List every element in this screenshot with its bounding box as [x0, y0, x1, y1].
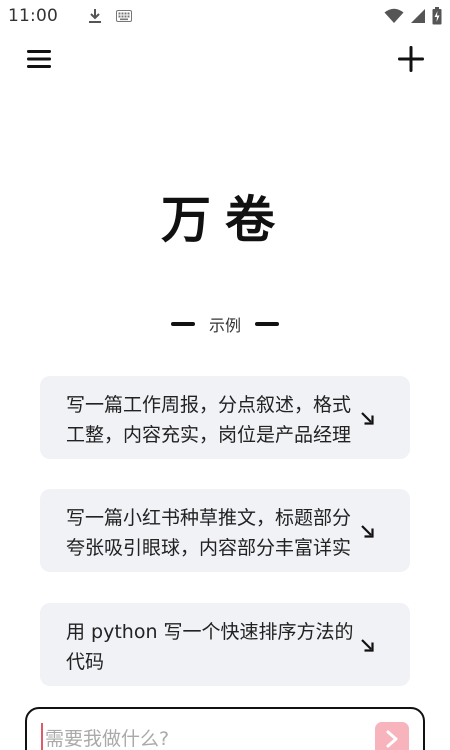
app-screen: 11:00 万卷 示例 写一篇工作周报，分点叙述，格式工整，内容充实，岗位是产品… — [0, 0, 450, 750]
plus-icon[interactable] — [396, 44, 426, 74]
top-bar — [0, 38, 450, 80]
example-card-text: 写一篇小红书种草推文，标题部分夸张吸引眼球，内容部分丰富详实 — [66, 507, 352, 559]
example-card-1[interactable]: 写一篇工作周报，分点叙述，格式工整，内容充实，岗位是产品经理 — [40, 376, 410, 459]
cellular-signal-icon — [410, 8, 426, 24]
status-right-icons — [384, 7, 442, 25]
keyboard-icon — [116, 10, 132, 22]
examples-heading: 示例 — [0, 312, 450, 336]
example-card-text: 用 python 写一个快速排序方法的代码 — [66, 621, 354, 673]
arrow-down-right-icon — [360, 523, 374, 538]
arrow-down-right-icon — [360, 637, 374, 652]
send-button[interactable] — [375, 722, 409, 750]
status-bar: 11:00 — [0, 0, 450, 32]
battery-icon — [432, 7, 442, 25]
heading-dash-left — [170, 322, 195, 326]
chevron-right-icon — [385, 730, 399, 748]
wifi-icon — [384, 8, 404, 24]
chat-input[interactable] — [41, 723, 361, 750]
example-card-2[interactable]: 写一篇小红书种草推文，标题部分夸张吸引眼球，内容部分丰富详实 — [40, 489, 410, 572]
examples-label: 示例 — [208, 316, 241, 335]
example-card-3[interactable]: 用 python 写一个快速排序方法的代码 — [40, 603, 410, 686]
hamburger-menu-icon[interactable] — [24, 44, 54, 74]
chat-input-bar — [25, 707, 425, 750]
arrow-down-right-icon — [360, 410, 374, 425]
status-time: 11:00 — [8, 6, 58, 26]
status-left-icons — [88, 8, 132, 24]
download-icon — [88, 8, 102, 24]
example-card-text: 写一篇工作周报，分点叙述，格式工整，内容充实，岗位是产品经理 — [66, 394, 352, 446]
heading-dash-right — [255, 322, 279, 326]
app-title: 万卷 — [161, 190, 289, 249]
